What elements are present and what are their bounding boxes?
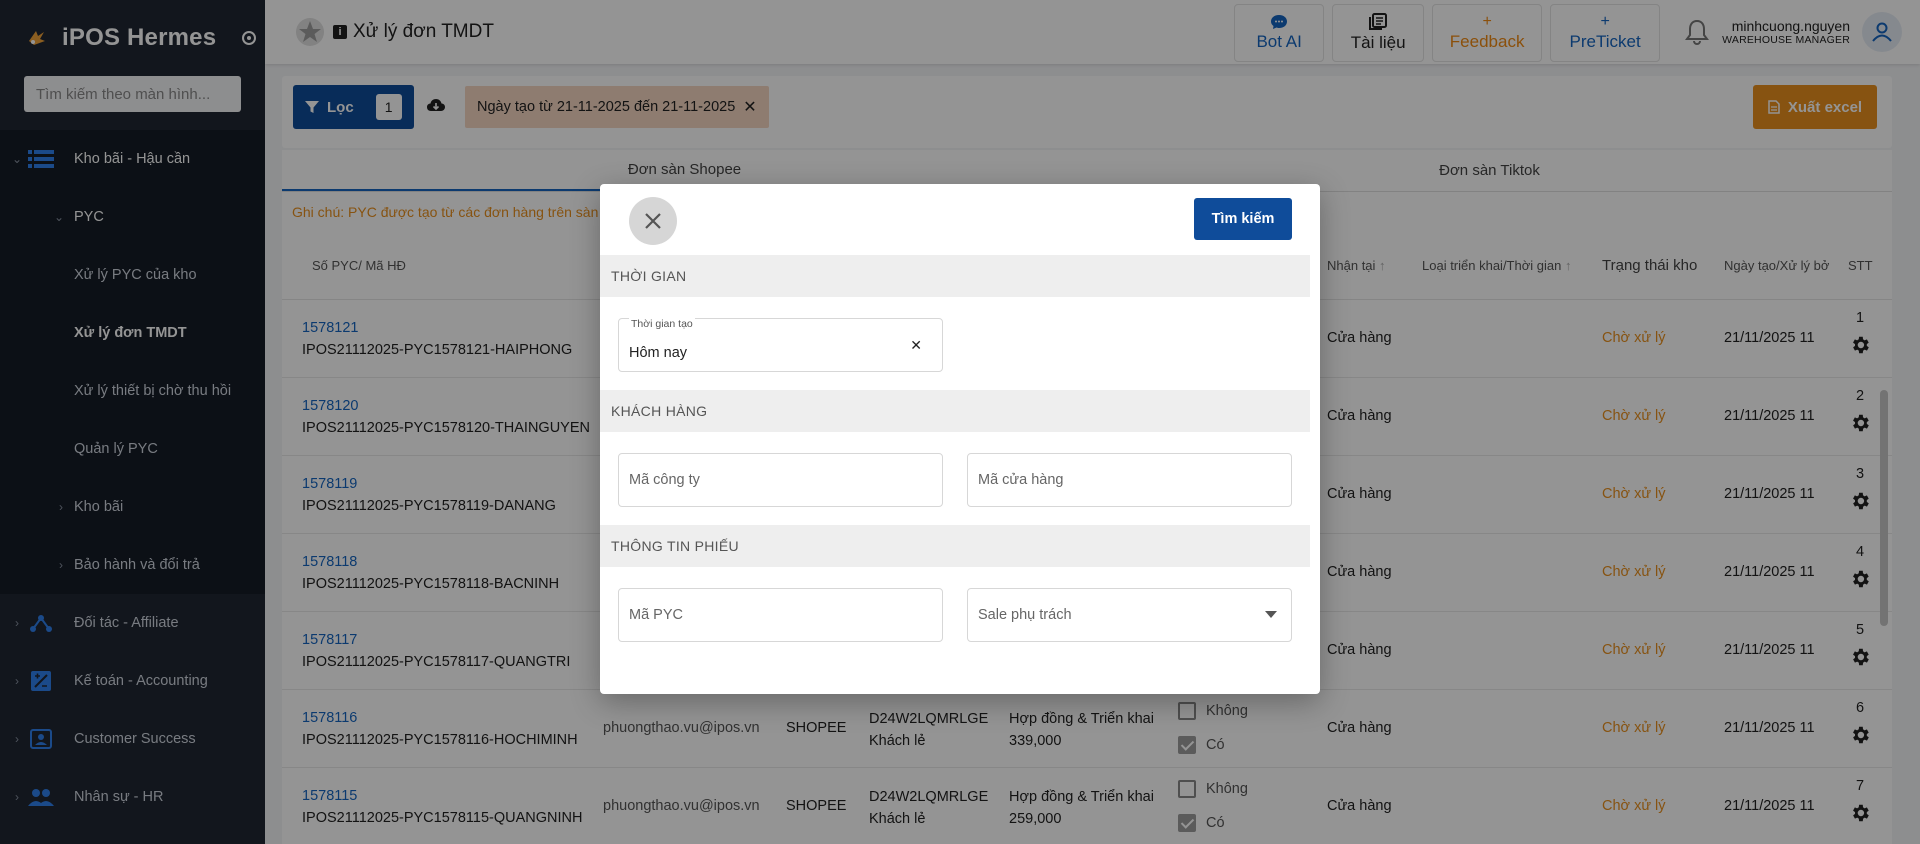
close-icon [645, 213, 661, 229]
company-code-input[interactable]: Mã công ty [618, 453, 943, 507]
section-ticket: THÔNG TIN PHIẾU [600, 525, 1310, 567]
pyc-code-placeholder: Mã PYC [629, 607, 683, 623]
store-code-input[interactable]: Mã cửa hàng [967, 453, 1292, 507]
pyc-code-input[interactable]: Mã PYC [618, 588, 943, 642]
created-time-label: Thời gian tạo [629, 318, 695, 330]
clear-icon[interactable]: ✕ [910, 337, 922, 354]
company-code-placeholder: Mã công ty [629, 472, 700, 488]
close-modal-button[interactable] [629, 197, 677, 245]
sale-placeholder: Sale phụ trách [978, 607, 1072, 623]
filter-modal: Tìm kiếm THỜI GIAN Thời gian tạo Hôm nay… [600, 184, 1320, 694]
sale-select[interactable]: Sale phụ trách [967, 588, 1292, 642]
section-customer: KHÁCH HÀNG [600, 390, 1310, 432]
dropdown-caret-icon [1265, 611, 1277, 618]
section-time: THỜI GIAN [600, 255, 1310, 297]
created-time-value: Hôm nay [629, 345, 688, 361]
created-time-select[interactable]: Thời gian tạo Hôm nay ✕ [618, 318, 943, 372]
search-button[interactable]: Tìm kiếm [1194, 198, 1292, 240]
store-code-placeholder: Mã cửa hàng [978, 472, 1064, 488]
